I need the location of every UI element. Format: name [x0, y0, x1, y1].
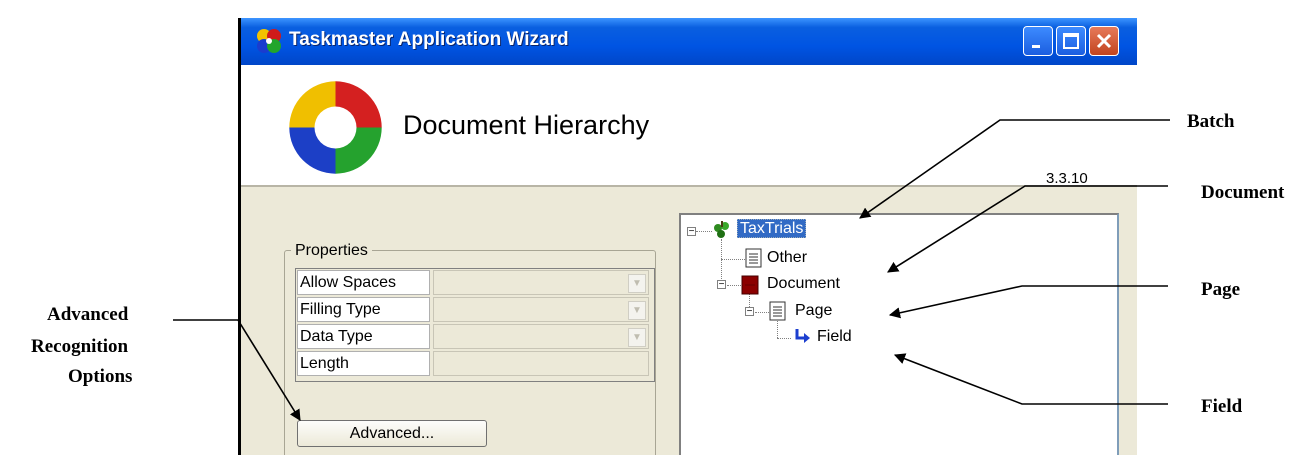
version-label: 3.3.10 [1046, 170, 1088, 187]
close-icon [1096, 33, 1112, 49]
wizard-window: Taskmaster Application Wizard Document H… [238, 18, 1137, 455]
tree-node-field[interactable]: Field [817, 328, 852, 346]
callout-field: Field [1201, 396, 1243, 417]
callout-advanced-line1: Advanced [47, 304, 129, 325]
property-value[interactable]: ▼ [433, 297, 649, 322]
document-icon [741, 275, 759, 295]
property-row-length[interactable]: Length [296, 350, 652, 377]
callout-advanced-line2: Recognition [31, 336, 129, 357]
taskmaster-logo-icon [289, 81, 382, 174]
page-icon [745, 248, 762, 268]
tree-node-other[interactable]: Other [767, 249, 807, 267]
field-arrow-icon [795, 329, 810, 343]
dropdown-arrow-icon[interactable]: ▼ [628, 328, 646, 347]
advanced-button[interactable]: Advanced... [297, 420, 487, 447]
tree-node-label: TaxTrials [737, 219, 807, 238]
tree-node-document[interactable]: Document [767, 275, 840, 293]
minimize-icon [1032, 45, 1040, 48]
dropdown-arrow-icon[interactable]: ▼ [628, 301, 646, 320]
property-label: Data Type [297, 324, 430, 349]
tree-node-page[interactable]: Page [795, 302, 832, 320]
window-title: Taskmaster Application Wizard [289, 29, 569, 50]
page-icon [769, 301, 786, 321]
property-row-filling-type[interactable]: Filling Type ▼ [296, 296, 652, 323]
app-icon [257, 29, 281, 53]
batch-icon [714, 221, 729, 238]
close-button[interactable] [1089, 26, 1119, 56]
callout-advanced-line3: Options [68, 366, 133, 387]
tree-node-batch[interactable]: TaxTrials [737, 219, 807, 238]
maximize-button[interactable] [1056, 26, 1086, 56]
properties-legend: Properties [291, 242, 372, 260]
collapse-toggle-icon[interactable]: − [687, 227, 696, 237]
property-label: Filling Type [297, 297, 430, 322]
property-row-data-type[interactable]: Data Type ▼ [296, 323, 652, 350]
property-value[interactable]: ▼ [433, 324, 649, 349]
wizard-header: Document Hierarchy 3.3.10 [241, 65, 1137, 187]
collapse-toggle-icon[interactable]: − [717, 280, 726, 290]
minimize-button[interactable] [1023, 26, 1053, 56]
document-hierarchy-tree[interactable]: − TaxTrials Other − Document − Page Fiel… [679, 213, 1119, 455]
property-value[interactable] [433, 351, 649, 376]
properties-grid: Allow Spaces ▼ Filling Type ▼ Data Type … [295, 268, 655, 382]
property-label: Length [297, 351, 430, 376]
callout-batch: Batch [1187, 111, 1235, 132]
title-bar[interactable]: Taskmaster Application Wizard [241, 18, 1137, 65]
callout-document: Document [1201, 182, 1285, 203]
maximize-icon [1063, 33, 1079, 49]
property-row-allow-spaces[interactable]: Allow Spaces ▼ [296, 269, 652, 296]
callout-page: Page [1201, 279, 1241, 300]
page-title: Document Hierarchy [403, 110, 650, 140]
collapse-toggle-icon[interactable]: − [745, 307, 754, 317]
property-label: Allow Spaces [297, 270, 430, 295]
dropdown-arrow-icon[interactable]: ▼ [628, 274, 646, 293]
property-value[interactable]: ▼ [433, 270, 649, 295]
